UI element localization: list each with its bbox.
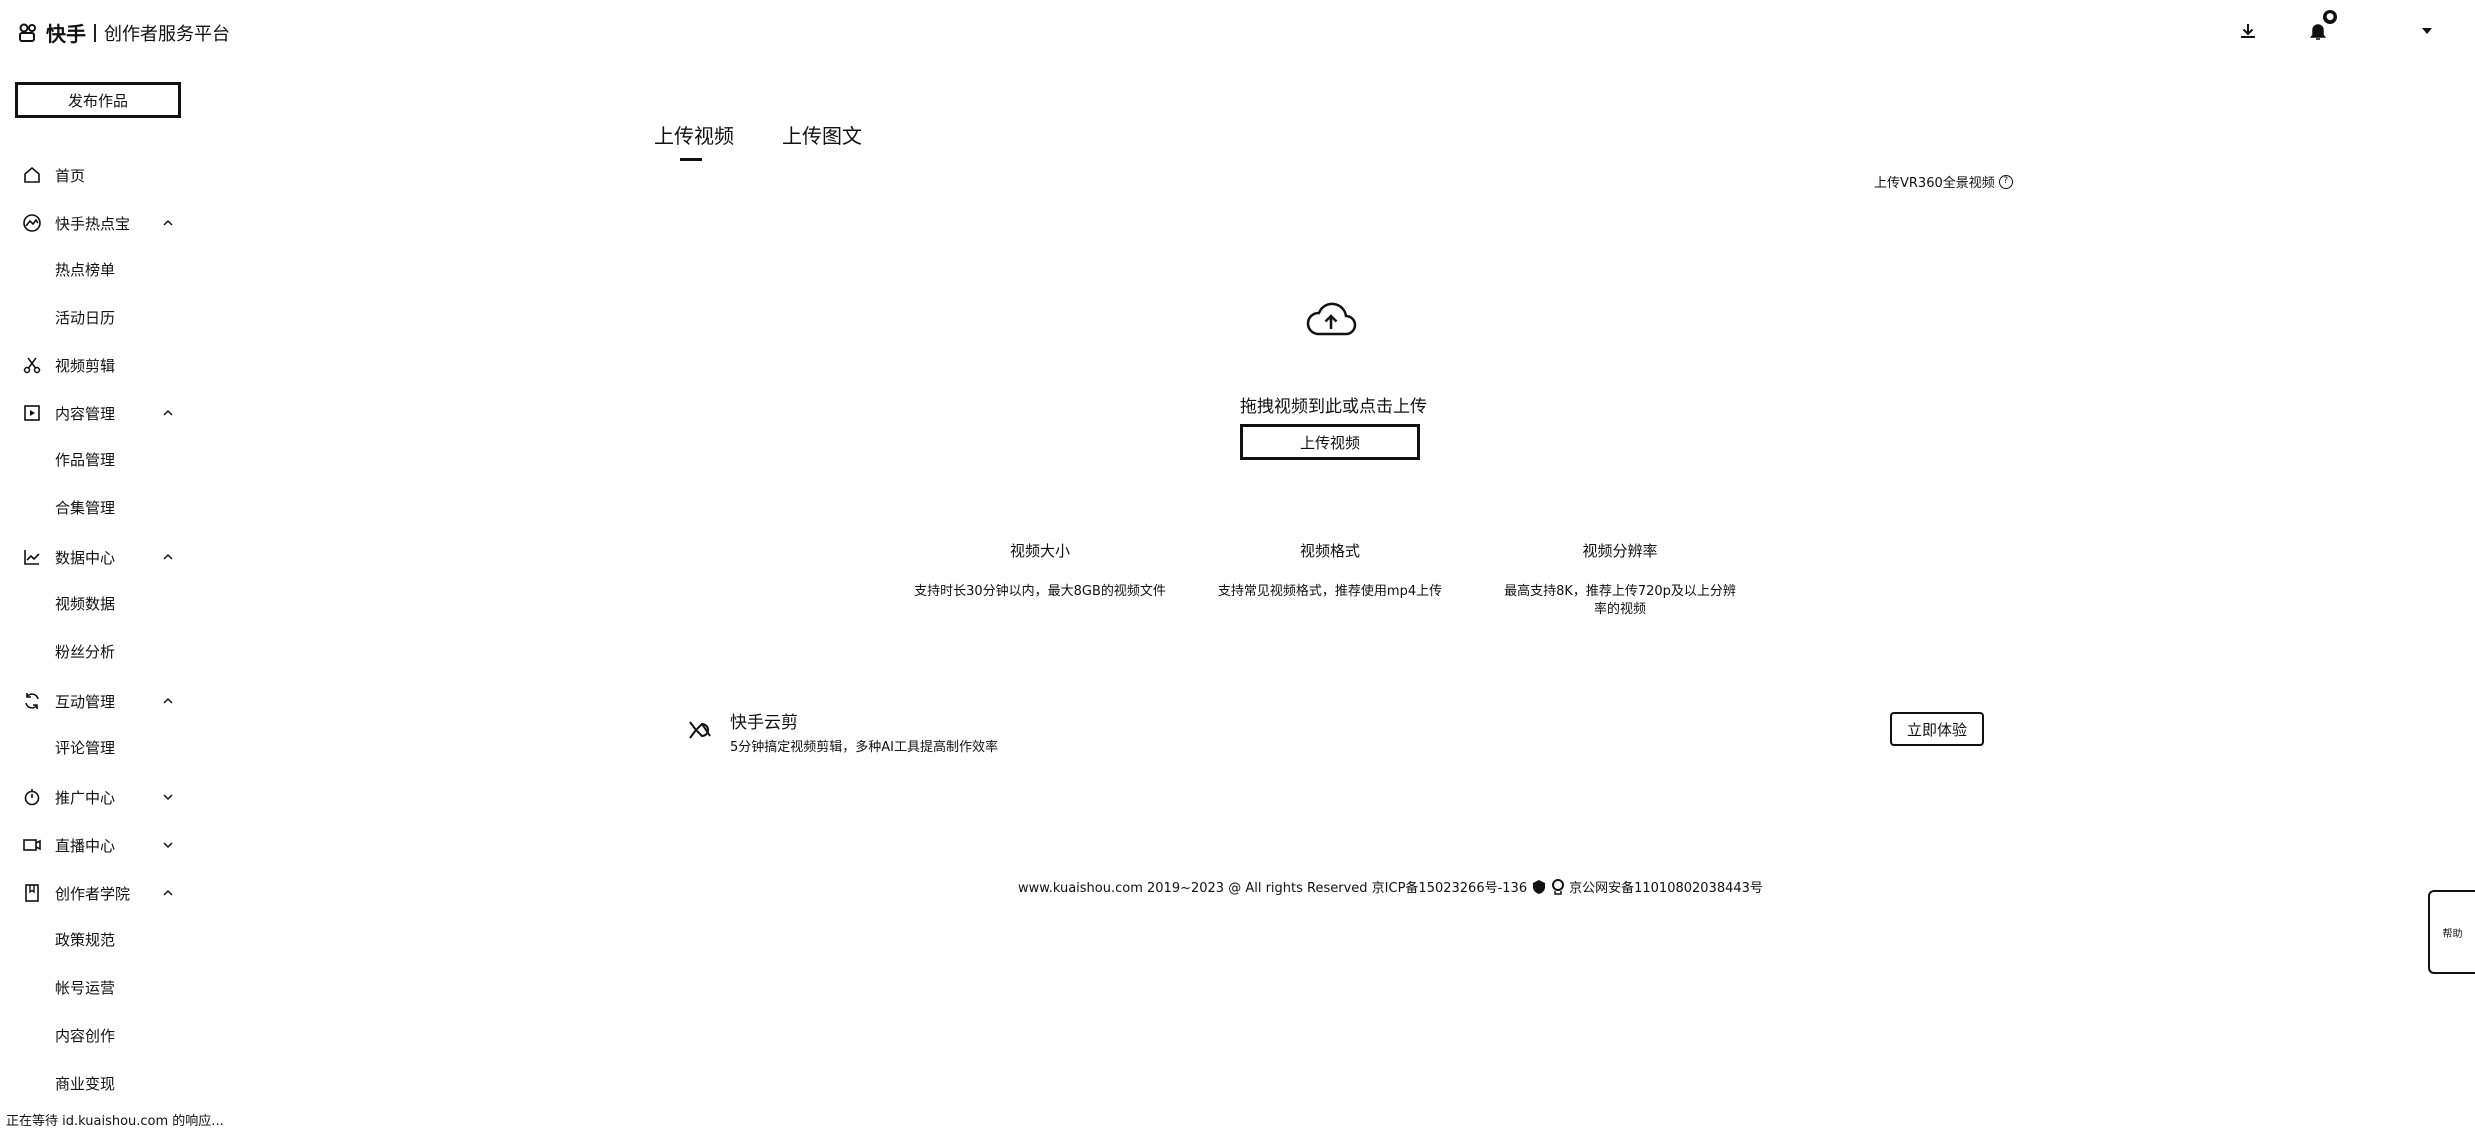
sidebar: 发布作品 首页 快手热点宝 热点榜单 活动日历 视频剪辑 内容管理 作品管理 合…	[0, 64, 200, 1124]
sidebar-item-label: 内容管理	[55, 404, 116, 423]
footer-police-record[interactable]: 京公网安备11010802038443号	[1569, 877, 1763, 896]
sidebar-item-interaction[interactable]: 互动管理	[0, 686, 200, 716]
live-icon	[23, 839, 41, 851]
sidebar-item-promotion[interactable]: 推广中心	[0, 782, 200, 812]
cloud-upload-icon	[1306, 302, 1357, 336]
yunjian-logo-icon	[689, 721, 711, 739]
play-square-icon	[24, 405, 40, 421]
sidebar-item-data-center[interactable]: 数据中心	[0, 542, 200, 572]
promotion-icon	[24, 789, 40, 806]
sidebar-item-label: 快手热点宝	[55, 214, 131, 233]
sidebar-item-label: 互动管理	[55, 692, 116, 711]
spec-title: 视频大小	[1009, 542, 1070, 560]
sidebar-subitem-fan-analysis[interactable]: 粉丝分析	[55, 636, 115, 666]
chart-icon	[24, 550, 40, 565]
chevron-up-icon	[163, 697, 173, 704]
hotspot-icon	[23, 214, 41, 232]
publish-button[interactable]: 发布作品	[15, 82, 181, 118]
footer: www.kuaishou.com 2019~2023 @ All rights …	[1018, 877, 1763, 896]
bell-icon[interactable]: ●	[2305, 10, 2337, 44]
tab-upload-video[interactable]: 上传视频	[654, 120, 734, 161]
help-icon[interactable]: ?	[1998, 174, 2013, 189]
scissors-icon	[23, 357, 41, 374]
sidebar-item-label: 直播中心	[55, 836, 116, 855]
brand-name: 快手	[46, 22, 86, 46]
spec-video-size: 视频大小 支持时长30分钟以内，最大8GB的视频文件	[900, 540, 1180, 601]
sidebar-item-content-management[interactable]: 内容管理	[0, 398, 200, 428]
sidebar-subitem-account-operation[interactable]: 帐号运营	[55, 972, 115, 1002]
spec-title: 视频分辨率	[1582, 542, 1658, 560]
spec-video-resolution: 视频分辨率 最高支持8K，推荐上传720p及以上分辨率的视频	[1500, 540, 1740, 619]
tab-upload-image-text[interactable]: 上传图文	[782, 120, 862, 161]
sidebar-item-home[interactable]: 首页	[0, 160, 200, 190]
book-icon	[25, 884, 39, 902]
logo[interactable]: 快手 创作者服务平台	[18, 18, 230, 47]
top-bar: 快手 创作者服务平台 ●	[0, 0, 2475, 64]
upload-video-button[interactable]: 上传视频	[1240, 424, 1420, 460]
chevron-up-icon	[163, 889, 173, 896]
notification-badge: ●	[2323, 10, 2337, 24]
sidebar-item-creator-academy[interactable]: 创作者学院	[0, 878, 200, 908]
police-badge-icon	[1533, 879, 1546, 894]
chevron-down-icon	[163, 794, 173, 801]
sidebar-item-label: 首页	[55, 166, 86, 185]
try-now-button[interactable]: 立即体验	[1890, 712, 1984, 746]
chevron-up-icon	[163, 553, 173, 560]
account-menu-chevron-down-icon[interactable]	[2415, 19, 2439, 43]
vr360-upload-link[interactable]: 上传VR360全景视频 ?	[1874, 172, 2013, 191]
spec-video-format: 视频格式 支持常见视频格式，推荐使用mp4上传	[1190, 540, 1470, 601]
chevron-up-icon	[163, 409, 173, 416]
top-right-actions: ●	[2235, 10, 2439, 44]
chevron-down-icon	[163, 842, 173, 849]
logo-divider	[94, 23, 96, 42]
kuaishou-logo-icon	[19, 23, 36, 42]
sidebar-subitem-policy[interactable]: 政策规范	[55, 924, 115, 954]
sidebar-subitem-activity-calendar[interactable]: 活动日历	[55, 302, 115, 332]
drag-upload-hint: 拖拽视频到此或点击上传	[1240, 397, 1427, 417]
floating-help-panel[interactable]: 帮助	[2428, 890, 2475, 974]
upload-tabs: 上传视频 上传图文	[654, 120, 862, 161]
home-icon	[24, 166, 40, 183]
footer-copyright-icp[interactable]: www.kuaishou.com 2019~2023 @ All rights …	[1018, 877, 1527, 896]
sidebar-subitem-hot-list[interactable]: 热点榜单	[55, 254, 115, 284]
sidebar-item-label: 推广中心	[55, 788, 116, 807]
spec-desc: 支持常见视频格式，推荐使用mp4上传	[1217, 584, 1443, 599]
floating-panel-label: 帮助	[2442, 928, 2463, 940]
sidebar-subitem-content-creation[interactable]: 内容创作	[55, 1020, 115, 1050]
yunjian-promo: 快手云剪 5分钟搞定视频剪辑，多种AI工具提高制作效率 立即体验	[684, 708, 1984, 755]
sidebar-subitem-video-data[interactable]: 视频数据	[55, 588, 115, 618]
spec-title: 视频格式	[1299, 542, 1360, 560]
browser-status-bar: 正在等待 id.kuaishou.com 的响应...	[6, 1114, 224, 1129]
spec-desc: 最高支持8K，推荐上传720p及以上分辨率的视频	[1504, 584, 1736, 617]
sidebar-subitem-collections[interactable]: 合集管理	[55, 492, 115, 522]
chevron-up-icon	[163, 219, 173, 226]
spec-desc: 支持时长30分钟以内，最大8GB的视频文件	[914, 584, 1166, 599]
emblem-icon	[1552, 878, 1565, 895]
interaction-icon	[25, 693, 39, 709]
platform-subtitle: 创作者服务平台	[104, 23, 230, 45]
sidebar-item-label: 视频剪辑	[55, 356, 116, 375]
sidebar-item-label: 创作者学院	[55, 884, 131, 903]
sidebar-item-label: 数据中心	[55, 548, 116, 567]
sidebar-item-hotspot[interactable]: 快手热点宝	[0, 208, 200, 238]
sidebar-subitem-works[interactable]: 作品管理	[55, 444, 115, 474]
vr360-link-label: 上传VR360全景视频	[1874, 176, 1995, 191]
sidebar-item-live[interactable]: 直播中心	[0, 830, 200, 860]
download-icon[interactable]	[2235, 18, 2261, 44]
sidebar-subitem-comments[interactable]: 评论管理	[55, 732, 115, 762]
sidebar-item-video-edit[interactable]: 视频剪辑	[0, 350, 200, 380]
yunjian-title: 快手云剪	[730, 713, 798, 733]
yunjian-desc: 5分钟搞定视频剪辑，多种AI工具提高制作效率	[730, 740, 998, 755]
sidebar-subitem-monetization[interactable]: 商业变现	[55, 1068, 115, 1098]
